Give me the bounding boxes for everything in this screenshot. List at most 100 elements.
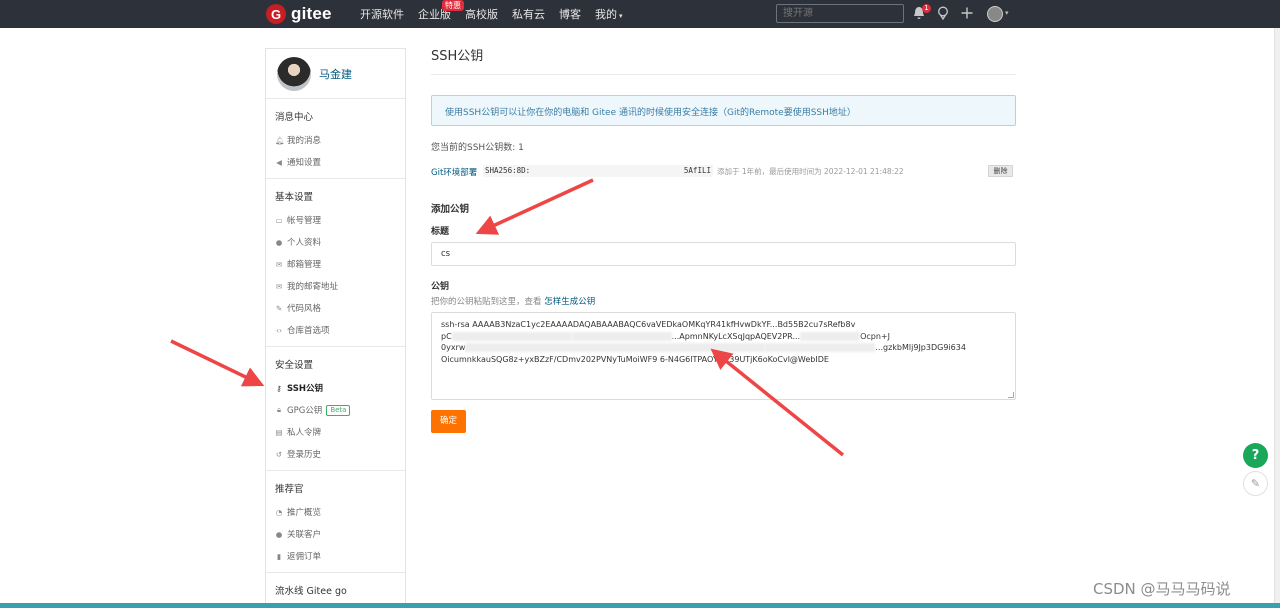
sidebar-item-tokens[interactable]: ▤ 私人令牌	[266, 421, 405, 443]
fingerprint-suffix: 5AfILI	[683, 166, 711, 175]
settings-sidebar: 马金建 消息中心 🔔︎ 我的消息 ◀ 通知设置 基本设置 ▭ 帐号管理 ● 个人资料 ✉…	[265, 48, 406, 604]
delete-key-button[interactable]: 删除	[988, 165, 1013, 177]
pubkey-text: ...ApmnNKyLcXSqJqpAQEV2PR...	[671, 331, 801, 341]
pubkey-text: pC	[441, 331, 452, 341]
sidebar-item-label: 帐号管理	[287, 216, 322, 226]
help-button[interactable]: ?	[1243, 443, 1268, 468]
location-icon[interactable]	[937, 6, 949, 25]
logo-text: gitee	[291, 4, 332, 23]
ssh-key-count: 您当前的SSH公钥数: 1	[431, 143, 524, 153]
sidebar-section-title: 安全设置	[275, 360, 314, 371]
scrollbar[interactable]	[1274, 28, 1280, 603]
sidebar-item-label: 我的消息	[287, 136, 322, 146]
sidebar-item-code-style[interactable]: ✎ 代码风格	[266, 297, 405, 319]
sidebar-item-label: 返佣订单	[287, 552, 322, 562]
fingerprint-prefix: SHA256:8D:	[485, 166, 531, 175]
sidebar-item-pipeline[interactable]: 流水线 Gitee go	[266, 573, 405, 603]
sidebar-item-repo-prefs[interactable]: ‹› 仓库首选项	[266, 319, 405, 341]
brush-icon: ✎	[275, 303, 283, 313]
sidebar-item-linked-customers[interactable]: ● 关联客户	[266, 523, 405, 545]
history-icon: ↺	[275, 449, 283, 459]
sidebar-section-basic: 基本设置 ▭ 帐号管理 ● 个人资料 ✉ 邮箱管理 ✉ 我的邮寄地址 ✎ 代码风格 ‹› 仓…	[266, 179, 405, 347]
redaction-blur	[451, 331, 572, 341]
user-avatar[interactable]	[987, 6, 1003, 22]
sidebar-item-label: 邮箱管理	[287, 260, 322, 270]
pubkey-label: 公钥	[431, 282, 450, 292]
ssh-key-meta: 添加于 1年前，最后使用时间为 2022-12-01 21:48:22	[717, 167, 904, 176]
bell-icon: 🔔︎	[275, 135, 285, 145]
receipt-icon: ▮	[276, 551, 282, 561]
title-input[interactable]: cs	[431, 242, 1016, 266]
redaction-blur	[765, 343, 876, 352]
sidebar-item-account[interactable]: ▭ 帐号管理	[266, 209, 405, 231]
pubkey-hint-text: 把你的公钥粘贴到这里，查看	[431, 297, 542, 307]
title-label: 标题	[431, 227, 450, 237]
top-navbar: G gitee 开源软件 企业版 特惠 高校版 私有云 博客 我的▾ 1 ▾	[0, 0, 1280, 28]
sidebar-item-label: 个人资料	[287, 238, 322, 248]
add-key-heading: 添加公钥	[431, 204, 470, 215]
info-alert: 使用SSH公钥可以让你在你的电脑和 Gitee 通讯的时候使用安全连接（Git的…	[431, 95, 1016, 126]
sidebar-item-notify-settings[interactable]: ◀ 通知设置	[266, 151, 405, 173]
how-to-generate-link[interactable]: 怎样生成公钥	[544, 297, 595, 307]
promo-badge: 特惠	[442, 0, 464, 11]
avatar	[277, 56, 311, 91]
id-card-icon: ▭	[275, 215, 283, 225]
user-icon: ●	[275, 237, 283, 247]
sidebar-section-messages: 消息中心 🔔︎ 我的消息 ◀ 通知设置	[266, 99, 405, 179]
nav-item-education[interactable]: 高校版	[465, 6, 498, 22]
pubkey-line: pC ...ApmnNKyLcXSqJqpAQEV2PR... Ocpn+J	[441, 331, 1006, 343]
sidebar-section-title: 推荐官	[275, 484, 304, 495]
sidebar-item-label: 登录历史	[287, 450, 322, 460]
sidebar-username[interactable]: 马金建	[319, 66, 352, 82]
sidebar-item-label: 关联客户	[287, 530, 322, 540]
speaker-icon: ◀	[276, 157, 282, 167]
sidebar-item-mail-address[interactable]: ✉ 我的邮寄地址	[266, 275, 405, 297]
nav-item-mine[interactable]: 我的 ▾	[595, 6, 623, 22]
sidebar-item-profile[interactable]: ● 个人资料	[266, 231, 405, 253]
lock-icon: 🔒︎	[277, 405, 281, 414]
nav-item-open-source[interactable]: 开源软件	[360, 6, 404, 22]
sidebar-item-gpg-keys[interactable]: 🔒︎ GPG公钥 Beta	[266, 399, 405, 421]
resize-handle[interactable]	[1008, 392, 1014, 398]
nav-item-private-cloud[interactable]: 私有云	[512, 6, 545, 22]
pubkey-textarea[interactable]: ssh-rsa AAAAB3NzaC1yc2EAAAADAQABAAABAQC6…	[431, 312, 1016, 400]
sidebar-item-email[interactable]: ✉ 邮箱管理	[266, 253, 405, 275]
sidebar-item-commission-orders[interactable]: ▮ 返佣订单	[266, 545, 405, 567]
sidebar-user[interactable]: 马金建	[266, 49, 405, 99]
ssh-key-name[interactable]: Git环境部署	[431, 166, 477, 178]
redaction-blur	[465, 343, 766, 352]
sidebar-item-promo-overview[interactable]: ◔ 推广概览	[266, 501, 405, 523]
watermark: CSDN @马马马码说	[1093, 580, 1231, 598]
ssh-key-fingerprint: SHA256:8D: 5AfILI	[483, 165, 713, 177]
redaction-blur	[571, 331, 672, 341]
sidebar-item-ssh-keys[interactable]: ⚷ SSH公钥	[266, 377, 405, 399]
gitee-logo[interactable]: G gitee	[266, 3, 332, 25]
notification-count: 1	[922, 4, 931, 13]
sidebar-item-label: 私人令牌	[287, 428, 322, 438]
pubkey-line: 0yxrw ...gzkbMlj9Jp3DG9i634	[441, 342, 1006, 354]
sidebar-item-my-messages[interactable]: 🔔︎ 我的消息	[266, 129, 405, 151]
nav-item-blog[interactable]: 博客	[559, 6, 581, 22]
sidebar-item-label: 通知设置	[287, 158, 322, 168]
user-link-icon: ●	[275, 529, 283, 539]
submit-button[interactable]: 确定	[431, 410, 466, 433]
nav-menu: 开源软件 企业版 特惠 高校版 私有云 博客 我的 ▾	[360, 0, 637, 28]
pubkey-text: Ocpn+J	[860, 331, 890, 341]
sidebar-item-label: 推广概览	[287, 508, 322, 518]
pubkey-text: ...gzkbMlj9Jp3DG9i634	[875, 343, 966, 352]
chevron-down-icon[interactable]: ▾	[1005, 9, 1009, 17]
feedback-edit-button[interactable]: ✎	[1243, 471, 1268, 496]
nav-item-enterprise[interactable]: 企业版 特惠	[418, 0, 464, 22]
sidebar-item-login-history[interactable]: ↺ 登录历史	[266, 443, 405, 465]
pubkey-hint: 把你的公钥粘贴到这里，查看 怎样生成公钥	[431, 295, 1016, 307]
main-content: SSH公钥 使用SSH公钥可以让你在你的电脑和 Gitee 通讯的时候使用安全连…	[431, 40, 1016, 433]
envelope-icon: ✉	[275, 259, 283, 269]
sidebar-section-referral: 推荐官 ◔ 推广概览 ● 关联客户 ▮ 返佣订单	[266, 471, 405, 573]
plus-icon[interactable]	[961, 6, 973, 25]
sidebar-section-title: 基本设置	[275, 192, 314, 203]
pubkey-line: OicumnkkauSQG8z+yxBZzF/CDmv202PVNyTuMoiW…	[441, 354, 1006, 366]
sidebar-item-label: SSH公钥	[287, 384, 323, 394]
search-input[interactable]	[776, 4, 904, 23]
pubkey-text: 0yxrw	[441, 343, 466, 352]
key-icon: ⚷	[276, 383, 282, 393]
